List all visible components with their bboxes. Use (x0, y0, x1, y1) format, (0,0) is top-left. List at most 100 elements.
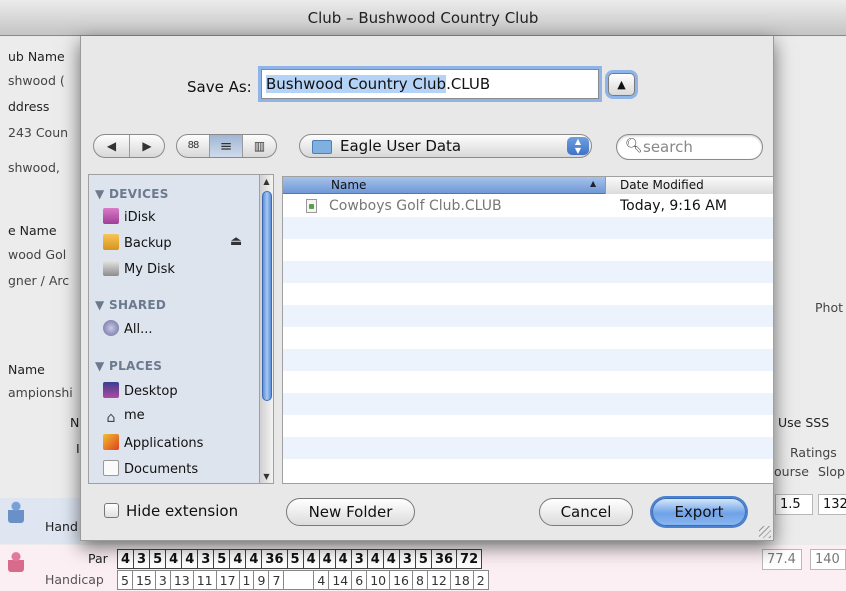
par-cell[interactable]: 4 (302, 549, 320, 569)
handicap-cell[interactable]: 15 (131, 570, 156, 590)
places-header: ▼ PLACES (95, 359, 163, 373)
par-cell[interactable]: 5 (213, 549, 231, 569)
handicap-cell[interactable]: 6 (351, 570, 368, 590)
par-cell[interactable]: 4 (229, 549, 247, 569)
handicap-cell[interactable]: 2 (472, 570, 489, 590)
disk-icon (103, 260, 119, 276)
course-rating-field[interactable]: 1.5 (775, 494, 813, 515)
resize-grip-icon[interactable] (759, 526, 771, 538)
sidebar-item-label: Desktop (124, 384, 178, 399)
par-cell[interactable]: 3 (197, 549, 215, 569)
player-icon (8, 499, 24, 523)
handicap-cell[interactable]: 11 (192, 570, 217, 590)
use-sss-checkbox[interactable]: Use SSS (778, 415, 829, 430)
search-field[interactable]: 🔍︎ search (616, 134, 763, 160)
column-view-button[interactable]: ▥ (243, 135, 276, 157)
save-as-input[interactable]: Bushwood Country Club.CLUB (261, 69, 599, 99)
course-name-label: e Name (8, 223, 57, 238)
sidebar-item-my-disk[interactable]: My Disk (103, 260, 175, 277)
empty-row (283, 415, 773, 437)
handicap-cell[interactable]: 12 (426, 570, 451, 590)
handicap-cell[interactable]: 13 (169, 570, 194, 590)
par-cell[interactable]: 4 (318, 549, 336, 569)
par-cell[interactable]: 36 (261, 549, 288, 569)
save-as-label: Save As: (187, 78, 252, 96)
club-file-icon (306, 199, 317, 213)
hide-extension-checkbox[interactable]: Hide extension (104, 502, 238, 520)
empty-row (283, 459, 773, 481)
sidebar-item-applications[interactable]: Applications (103, 434, 203, 451)
handicap-cell[interactable]: 3 (154, 570, 171, 590)
handicap-row-label: Hand (45, 519, 78, 534)
par-cell[interactable]: 4 (245, 549, 263, 569)
filename-extension: .CLUB (446, 75, 491, 93)
address-value[interactable]: 243 Coun (8, 125, 68, 140)
city-value[interactable]: shwood, (8, 160, 60, 175)
file-date: Today, 9:16 AM (620, 198, 727, 214)
handicap-cell[interactable] (283, 570, 315, 590)
par-cell[interactable]: 3 (133, 549, 151, 569)
sidebar-item-desktop[interactable]: Desktop (103, 382, 178, 399)
eject-icon[interactable]: ⏏ (230, 234, 242, 249)
par-cell[interactable]: 4 (382, 549, 400, 569)
sidebar-item-label: Backup (124, 236, 172, 251)
file-row[interactable]: Cowboys Golf Club.CLUB Today, 9:16 AM (283, 195, 773, 217)
par-cell[interactable]: 4 (334, 549, 352, 569)
handicap-cell[interactable]: 9 (253, 570, 270, 590)
course-name-value[interactable]: wood Gol (8, 247, 66, 262)
list-view-button[interactable]: ≡ (210, 135, 243, 157)
back-button[interactable]: ◀ (94, 135, 130, 157)
handicap-cell[interactable]: 17 (215, 570, 240, 590)
handicap-cell[interactable]: 1 (238, 570, 255, 590)
cancel-button[interactable]: Cancel (539, 498, 633, 526)
handicap-cell[interactable]: 14 (328, 570, 353, 590)
par-cell[interactable]: 5 (286, 549, 304, 569)
sidebar-item-idisk[interactable]: iDisk (103, 208, 156, 225)
expand-disclosure-button[interactable]: ▲ (608, 73, 635, 96)
par-cell[interactable]: 5 (414, 549, 432, 569)
shared-header: ▼ SHARED (95, 298, 167, 312)
par-cell[interactable]: 3 (398, 549, 416, 569)
slope-field[interactable]: 132 (818, 494, 846, 515)
par-cell[interactable]: 4 (165, 549, 183, 569)
club-name-label: ub Name (8, 49, 65, 64)
folder-popup[interactable]: Eagle User Data ▲ ▼ (299, 134, 592, 158)
slope-field-2[interactable]: 140 (810, 549, 846, 570)
par-cell[interactable]: 3 (350, 549, 368, 569)
sidebar-item-me[interactable]: ⌂ me (103, 408, 145, 426)
handicap-cell[interactable]: 8 (412, 570, 428, 590)
par-cell[interactable]: 4 (181, 549, 199, 569)
handicap-table: 5 15 3 13 11 17 1 9 7 4 14 6 10 16 8 12 18 2 (117, 570, 489, 590)
par-cell[interactable]: 72 (456, 549, 483, 569)
handicap-cell[interactable]: 10 (366, 570, 391, 590)
sort-ascending-icon: ▲ (590, 179, 597, 188)
new-folder-button[interactable]: New Folder (286, 498, 415, 526)
handicap-cell[interactable]: 16 (389, 570, 414, 590)
forward-button[interactable]: ▶ (130, 135, 164, 157)
par-cell[interactable]: 4 (366, 549, 384, 569)
handicap-cell[interactable]: 5 (117, 570, 133, 590)
empty-row (283, 239, 773, 261)
handicap-cell[interactable]: 18 (449, 570, 474, 590)
handicap-cell[interactable]: 7 (268, 570, 285, 590)
name-column-header[interactable]: Name (331, 178, 366, 192)
icon-view-button[interactable]: 88 (177, 135, 210, 157)
handicap-cell[interactable]: 4 (313, 570, 330, 590)
address-label: ddress (8, 99, 50, 114)
course-rating-value-2: 77.4 (767, 552, 796, 567)
course-rating-field-2[interactable]: 77.4 (762, 549, 802, 570)
sidebar-item-documents[interactable]: Documents (103, 460, 198, 477)
scroll-up-icon[interactable]: ▲ (260, 175, 273, 188)
sidebar-item-all[interactable]: All... (103, 320, 153, 337)
scroll-down-icon[interactable]: ▼ (260, 470, 273, 483)
par-cell[interactable]: 4 (116, 549, 135, 569)
date-modified-column-header[interactable]: Date Modified (605, 177, 773, 194)
sidebar-scrollbar[interactable]: ▲ ▼ (259, 174, 274, 484)
par-cell[interactable]: 36 (430, 549, 458, 569)
club-name-value[interactable]: shwood ( (8, 73, 65, 88)
tee-name-value[interactable]: ampionshi (8, 385, 73, 400)
scrollbar-thumb[interactable] (262, 191, 272, 401)
export-button[interactable]: Export (652, 498, 746, 526)
sidebar-item-backup[interactable]: Backup (103, 234, 172, 251)
par-cell[interactable]: 5 (149, 549, 167, 569)
